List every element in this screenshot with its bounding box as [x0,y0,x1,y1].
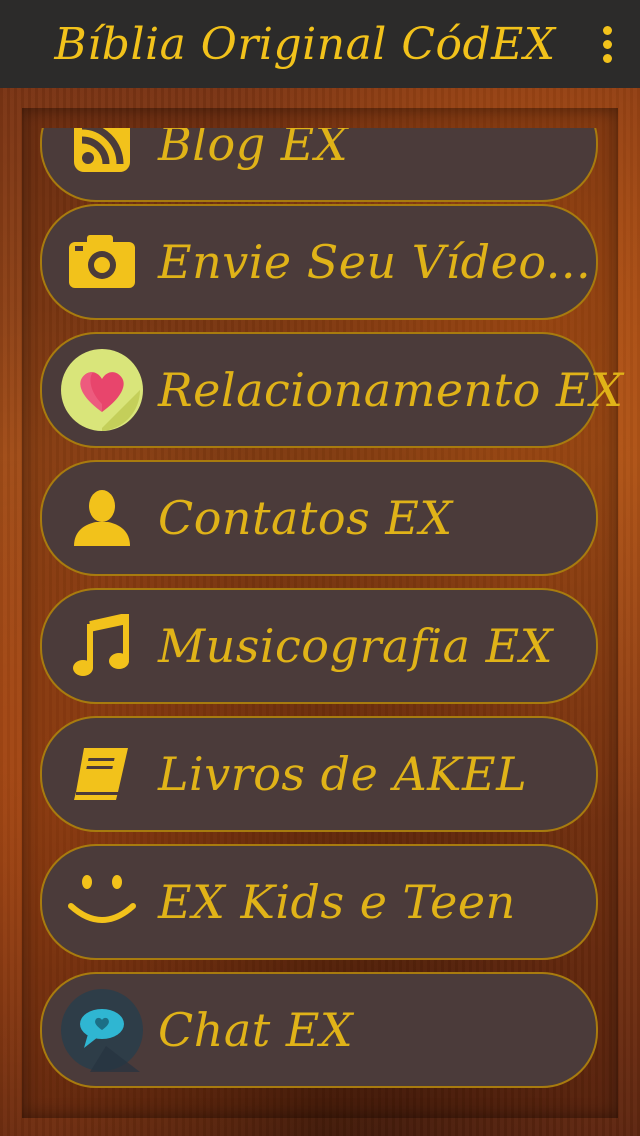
menu-item-label: Chat EX [158,1003,354,1057]
menu-list[interactable]: Blog EX Envie Seu Vídeo... Relacionament… [0,128,640,1136]
menu-item-label: Livros de AKEL [158,747,528,801]
app-bar: Bíblia Original CódEX [0,0,640,88]
menu-dot [602,53,612,63]
menu-item-chat[interactable]: Chat EX [40,972,598,1088]
menu-item-label: Blog EX [158,128,349,171]
menu-item-label: Musicografia EX [158,619,553,673]
chat-bubble-icon [60,988,144,1072]
menu-item-blog[interactable]: Blog EX [40,128,598,202]
smiley-icon [60,860,144,944]
menu-dot [602,39,612,49]
menu-item-music[interactable]: Musicografia EX [40,588,598,704]
menu-item-books[interactable]: Livros de AKEL [40,716,598,832]
camera-icon [60,220,144,304]
music-note-icon [60,604,144,688]
menu-item-label: Envie Seu Vídeo... [158,235,592,289]
book-icon [60,732,144,816]
menu-item-relationship[interactable]: Relacionamento EX [40,332,623,448]
menu-item-label: EX Kids e Teen [158,875,516,929]
menu-dot [602,25,612,35]
menu-item-label: Relacionamento EX [158,363,624,417]
app-title: Bíblia Original CódEX [54,18,556,70]
menu-item-kids-teen[interactable]: EX Kids e Teen [40,844,598,960]
menu-item-label: Contatos EX [158,491,453,545]
menu-item-contacts[interactable]: Contatos EX [40,460,598,576]
person-icon [60,476,144,560]
heart-icon [60,348,144,432]
rss-icon [60,128,144,186]
menu-item-send-video[interactable]: Envie Seu Vídeo... [40,204,598,320]
overflow-menu-icon[interactable] [592,20,622,68]
